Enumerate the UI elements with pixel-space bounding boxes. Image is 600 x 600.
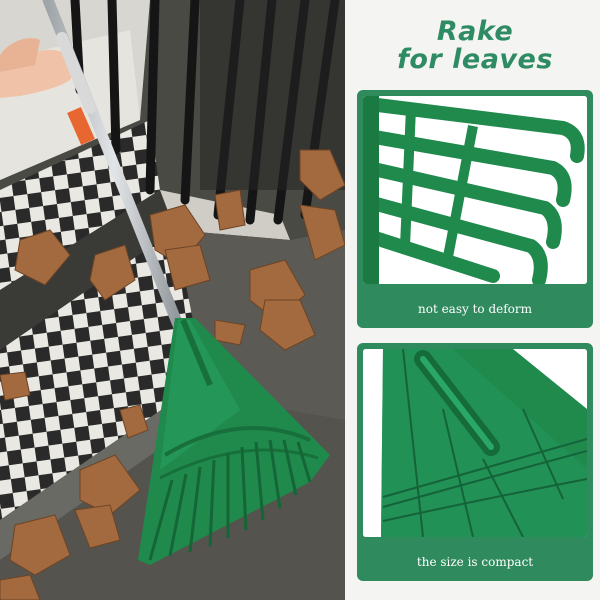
feature-card-size: the size is compact xyxy=(357,343,593,581)
product-photo xyxy=(0,0,345,600)
feature-caption-1: not easy to deform xyxy=(417,302,533,316)
headline-line-2: for leaves xyxy=(397,44,553,75)
feature-caption-2: the size is compact xyxy=(416,555,534,569)
headline: Rake for leaves xyxy=(350,18,600,74)
rake-head-closeup-image xyxy=(363,349,587,537)
headline-line-1: Rake xyxy=(436,16,514,47)
rake-tines-closeup-image xyxy=(363,96,587,284)
feature-card-durability: not easy to deform xyxy=(357,90,593,328)
